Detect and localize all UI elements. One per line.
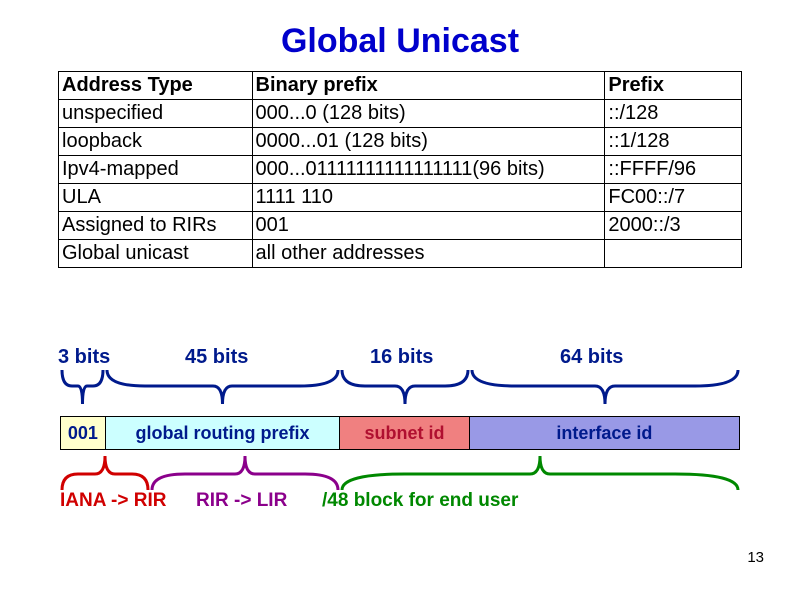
table-cell: Assigned to RIRs xyxy=(59,212,253,240)
brace-icon xyxy=(60,452,150,492)
segment-interface-id: interface id xyxy=(470,417,739,449)
segment-format-prefix: 001 xyxy=(61,417,106,449)
segment-subnet-id: subnet id xyxy=(340,417,470,449)
allocation-label: RIR -> LIR xyxy=(196,490,287,512)
table-cell: Ipv4-mapped xyxy=(59,156,253,184)
address-format-diagram: 3 bits 45 bits 16 bits 64 bits 001 globa… xyxy=(60,346,740,546)
table-row: Assigned to RIRs 001 2000::/3 xyxy=(59,212,742,240)
bits-label: 45 bits xyxy=(185,346,248,369)
table-cell: ULA xyxy=(59,184,253,212)
table-cell: 1111 110 xyxy=(252,184,605,212)
brace-icon xyxy=(340,368,470,408)
address-table: Address Type Binary prefix Prefix unspec… xyxy=(58,71,742,268)
table-header: Prefix xyxy=(605,72,742,100)
table-row: unspecified 000...0 (128 bits) ::/128 xyxy=(59,100,742,128)
table-cell: ::1/128 xyxy=(605,128,742,156)
table-header: Address Type xyxy=(59,72,253,100)
table-cell: ::FFFF/96 xyxy=(605,156,742,184)
address-bar: 001 global routing prefix subnet id inte… xyxy=(60,416,740,450)
table-cell: FC00::/7 xyxy=(605,184,742,212)
table-cell: ::/128 xyxy=(605,100,742,128)
table-row: Ipv4-mapped 000...01111111111111111(96 b… xyxy=(59,156,742,184)
allocation-label: /48 block for end user xyxy=(322,490,518,512)
table-row: loopback 0000...01 (128 bits) ::1/128 xyxy=(59,128,742,156)
table-cell: 0000...01 (128 bits) xyxy=(252,128,605,156)
bits-label: 16 bits xyxy=(370,346,433,369)
page-number: 13 xyxy=(747,549,764,566)
brace-icon xyxy=(470,368,740,408)
brace-icon xyxy=(60,368,105,408)
table-cell: 2000::/3 xyxy=(605,212,742,240)
table-cell: loopback xyxy=(59,128,253,156)
slide: Global Unicast Address Type Binary prefi… xyxy=(0,0,800,600)
table-cell xyxy=(605,240,742,268)
table-header: Binary prefix xyxy=(252,72,605,100)
table-row: Global unicast all other addresses xyxy=(59,240,742,268)
brace-icon xyxy=(150,452,340,492)
bits-label: 64 bits xyxy=(560,346,623,369)
allocation-label: IANA -> RIR xyxy=(60,490,166,512)
table-cell: 001 xyxy=(252,212,605,240)
brace-icon xyxy=(105,368,340,408)
table-row: ULA 1111 110 FC00::/7 xyxy=(59,184,742,212)
table-cell: Global unicast xyxy=(59,240,253,268)
table-cell: 000...0 (128 bits) xyxy=(252,100,605,128)
table-cell: unspecified xyxy=(59,100,253,128)
page-title: Global Unicast xyxy=(0,0,800,71)
bits-label: 3 bits xyxy=(58,346,110,369)
table-cell: all other addresses xyxy=(252,240,605,268)
table-cell: 000...01111111111111111(96 bits) xyxy=(252,156,605,184)
segment-global-routing: global routing prefix xyxy=(106,417,340,449)
table-header-row: Address Type Binary prefix Prefix xyxy=(59,72,742,100)
brace-icon xyxy=(340,452,740,492)
